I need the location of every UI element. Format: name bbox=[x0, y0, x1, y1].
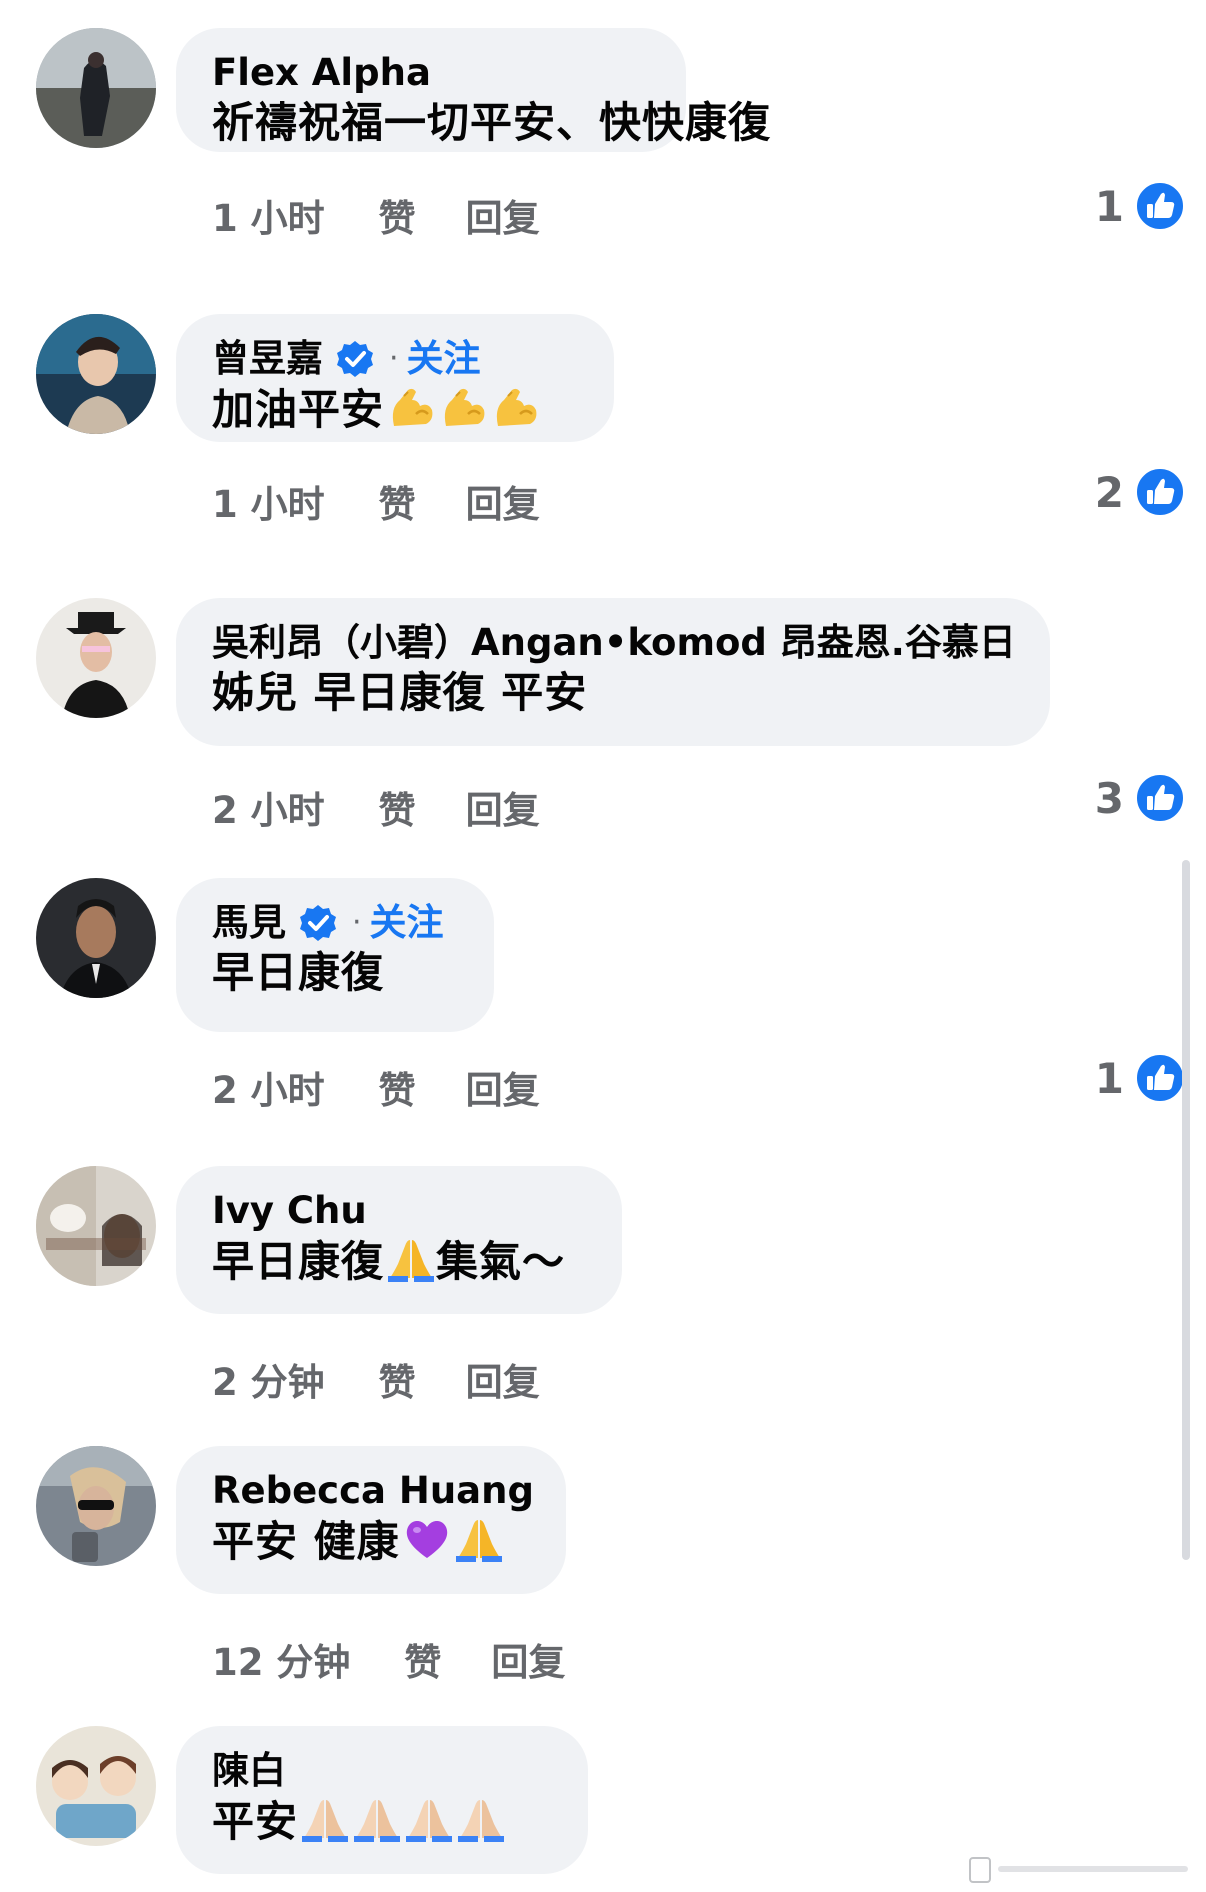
like-button[interactable]: 赞 bbox=[379, 780, 416, 834]
reply-button[interactable]: 回复 bbox=[466, 1060, 540, 1114]
separator-dot: · bbox=[389, 341, 399, 376]
comment-text: 平安 bbox=[212, 1794, 550, 1849]
scrollbar[interactable] bbox=[1182, 860, 1190, 1560]
like-button[interactable]: 赞 bbox=[379, 474, 416, 528]
comment-actions: 1 小时 赞 回复 bbox=[212, 474, 540, 528]
comment-time[interactable]: 1 小时 bbox=[212, 474, 325, 528]
follow-button[interactable]: 关注 bbox=[407, 336, 481, 382]
folded-hands-light-icon bbox=[456, 1794, 506, 1844]
comment-time[interactable]: 2 小时 bbox=[212, 1060, 325, 1114]
avatar[interactable] bbox=[36, 878, 156, 998]
like-button[interactable]: 赞 bbox=[404, 1632, 441, 1686]
reply-button[interactable]: 回复 bbox=[466, 1352, 540, 1406]
comment-author[interactable]: Rebecca Huang bbox=[212, 1468, 534, 1514]
avatar[interactable] bbox=[36, 1446, 156, 1566]
comment-author[interactable]: 陳白 bbox=[212, 1748, 286, 1794]
comment-actions: 2 分钟 赞 回复 bbox=[212, 1352, 540, 1406]
avatar[interactable] bbox=[36, 28, 156, 148]
like-button[interactable]: 赞 bbox=[379, 1352, 416, 1406]
like-button[interactable]: 赞 bbox=[379, 1060, 416, 1114]
separator-dot: · bbox=[352, 905, 362, 940]
folded-hands-light-icon bbox=[352, 1794, 402, 1844]
reaction-count: 2 bbox=[1094, 467, 1124, 517]
verified-badge-icon bbox=[298, 903, 338, 943]
like-reaction-icon bbox=[1134, 180, 1186, 232]
avatar[interactable] bbox=[36, 1166, 156, 1286]
comment-text: 早日康復 bbox=[212, 948, 385, 997]
comment-author[interactable]: 曾昱嘉 bbox=[212, 336, 323, 382]
like-reaction-icon bbox=[1134, 466, 1186, 518]
comment-text: 祈禱祝福一切平安、快快康復 bbox=[212, 98, 772, 147]
folded-hands-icon bbox=[454, 1514, 504, 1564]
reply-button[interactable]: 回复 bbox=[466, 780, 540, 834]
comment-bubble: 馬見 · 关注 早日康復 bbox=[176, 878, 494, 1032]
like-reaction-icon bbox=[1134, 1052, 1186, 1104]
reaction-count: 1 bbox=[1094, 181, 1124, 231]
comment-actions: 1 小时 赞 回复 bbox=[212, 188, 540, 242]
comment-time[interactable]: 2 小时 bbox=[212, 780, 325, 834]
comment-time[interactable]: 12 分钟 bbox=[212, 1632, 350, 1686]
flexed-biceps-icon bbox=[386, 382, 436, 432]
comment-author[interactable]: 吳利昂（小碧）Angan•komod 昂盎恩.谷慕日 bbox=[212, 620, 1016, 666]
comment-bubble: 陳白 平安 bbox=[176, 1726, 588, 1874]
avatar[interactable] bbox=[36, 314, 156, 434]
reaction-summary[interactable]: 1 bbox=[1095, 180, 1186, 232]
reply-button[interactable]: 回复 bbox=[466, 474, 540, 528]
folded-hands-icon bbox=[386, 1234, 436, 1284]
comment-text: 平安 健康 bbox=[212, 1514, 528, 1569]
comment-bubble: Rebecca Huang 平安 健康 bbox=[176, 1446, 566, 1594]
reply-button[interactable]: 回复 bbox=[491, 1632, 565, 1686]
comment-bubble: 吳利昂（小碧）Angan•komod 昂盎恩.谷慕日 姊兒 早日康復 平安 bbox=[176, 598, 1050, 746]
purple-heart-icon bbox=[402, 1514, 452, 1564]
comment-actions: 2 小时 赞 回复 bbox=[212, 780, 540, 834]
flexed-biceps-icon bbox=[490, 382, 540, 432]
reply-button[interactable]: 回复 bbox=[466, 188, 540, 242]
like-button[interactable]: 赞 bbox=[379, 188, 416, 242]
verified-badge-icon bbox=[335, 339, 375, 379]
comment-time[interactable]: 1 小时 bbox=[212, 188, 325, 242]
reaction-count: 3 bbox=[1094, 773, 1124, 823]
comment-text: 加油平安 bbox=[212, 382, 576, 437]
avatar[interactable] bbox=[36, 598, 156, 718]
reaction-count: 1 bbox=[1094, 1053, 1124, 1103]
comment-bubble: 曾昱嘉 · 关注 加油平安 bbox=[176, 314, 614, 442]
avatar[interactable] bbox=[36, 1726, 156, 1846]
comment-actions: 2 小时 赞 回复 bbox=[212, 1060, 540, 1114]
comment-author[interactable]: 馬見 bbox=[212, 900, 286, 946]
folded-hands-light-icon bbox=[300, 1794, 350, 1844]
follow-button[interactable]: 关注 bbox=[370, 900, 444, 946]
comment-text: 姊兒 早日康復 平安 bbox=[212, 668, 588, 717]
reaction-summary[interactable]: 1 bbox=[1095, 1052, 1186, 1104]
comment-text: 早日康復 集氣～ bbox=[212, 1234, 584, 1289]
like-reaction-icon bbox=[1134, 772, 1186, 824]
watermark-logo-icon bbox=[968, 1848, 1200, 1888]
comment-author[interactable]: Flex Alpha bbox=[212, 50, 431, 96]
comment-author[interactable]: Ivy Chu bbox=[212, 1188, 367, 1234]
comment-time[interactable]: 2 分钟 bbox=[212, 1352, 325, 1406]
flexed-biceps-icon bbox=[438, 382, 488, 432]
reaction-summary[interactable]: 2 bbox=[1095, 466, 1186, 518]
folded-hands-light-icon bbox=[404, 1794, 454, 1844]
comment-bubble: Flex Alpha 祈禱祝福一切平安、快快康復 bbox=[176, 28, 772, 152]
comment-bubble: Ivy Chu 早日康復 集氣～ bbox=[176, 1166, 622, 1314]
reaction-summary[interactable]: 3 bbox=[1095, 772, 1186, 824]
comment-actions: 12 分钟 赞 回复 bbox=[212, 1632, 565, 1686]
